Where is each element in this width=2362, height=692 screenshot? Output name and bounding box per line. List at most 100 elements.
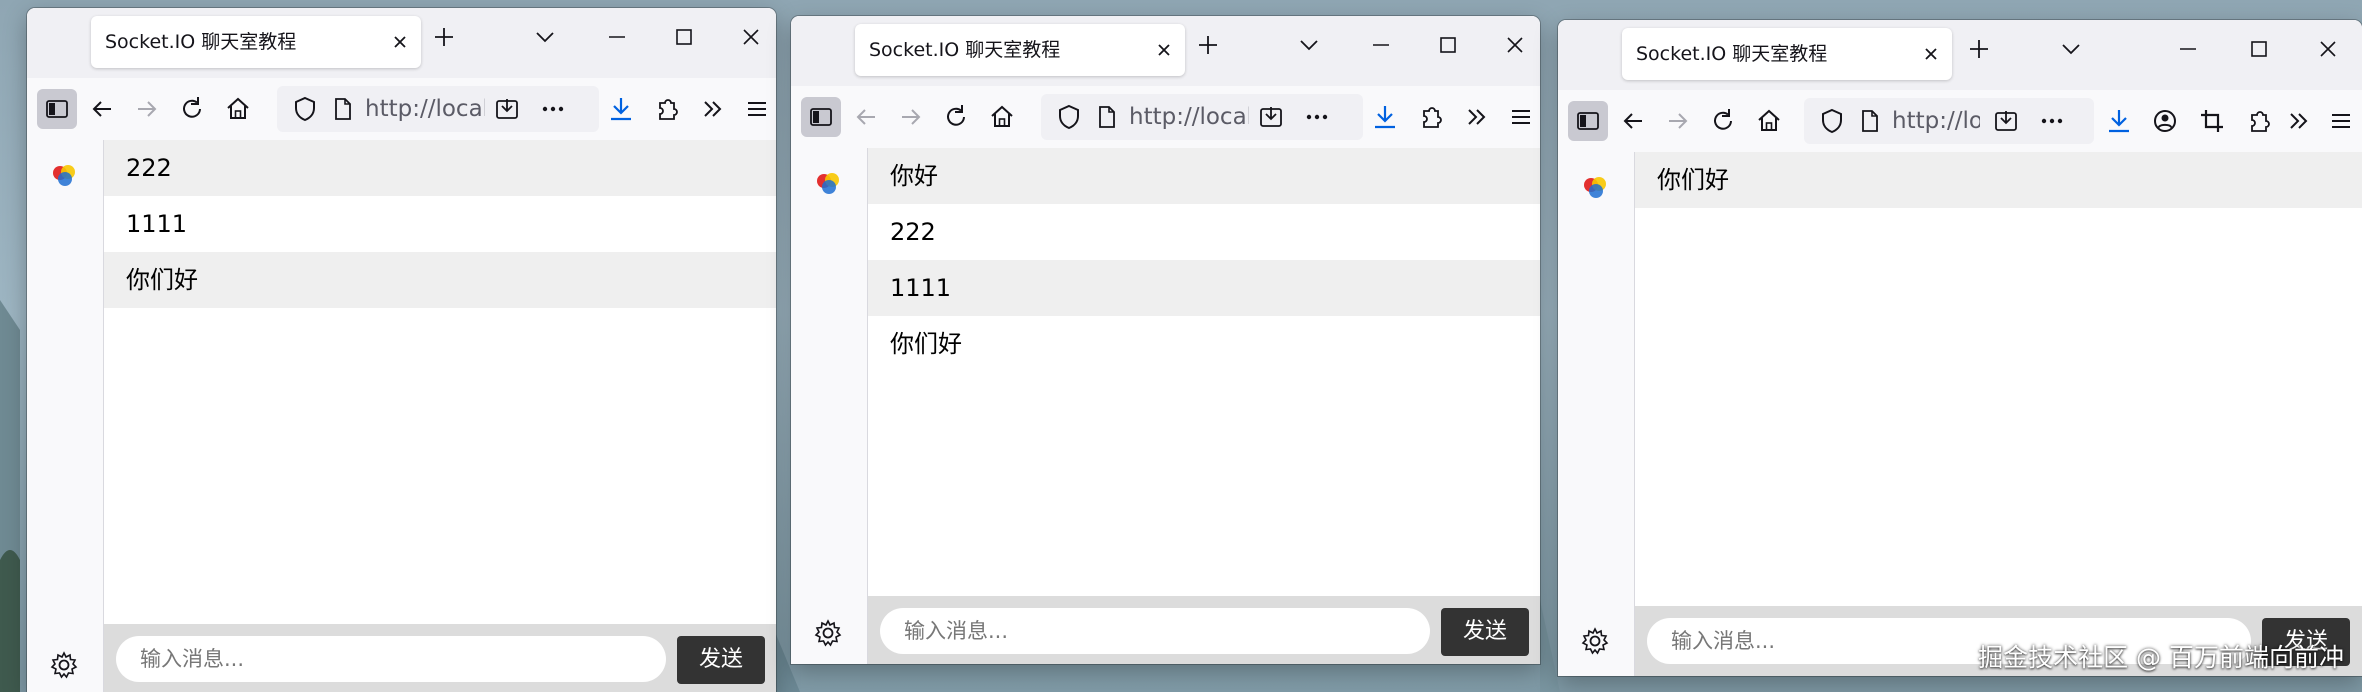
app-logo-icon[interactable] [49, 160, 79, 190]
overflow-chevrons-icon[interactable] [2284, 106, 2314, 136]
send-button[interactable]: 发送 [1441, 608, 1529, 656]
gear-icon[interactable] [1580, 626, 1610, 656]
sidebar-toggle-button[interactable] [1568, 101, 1608, 141]
sidebar-icon [1577, 112, 1599, 130]
extensions-icon[interactable] [1416, 102, 1446, 132]
more-icon[interactable] [539, 95, 567, 123]
crop-icon[interactable] [2197, 106, 2227, 136]
forward-icon[interactable] [896, 102, 926, 132]
navigation-toolbar: http://localh [791, 86, 1540, 148]
message-item: 你们好 [1635, 152, 2362, 208]
gear-icon[interactable] [813, 618, 843, 648]
back-icon[interactable] [1618, 106, 1648, 136]
maximize-icon[interactable] [1435, 32, 1461, 58]
extensions-icon[interactable] [652, 94, 682, 124]
shield-icon[interactable] [1055, 103, 1083, 131]
minimize-icon[interactable] [2175, 36, 2201, 62]
close-icon[interactable] [1153, 39, 1175, 61]
navigation-toolbar: http://lo [1558, 90, 2362, 152]
message-input[interactable]: 输入消息... [116, 636, 666, 682]
tab-title: Socket.IO 聊天室教程 [105, 31, 297, 53]
overflow-chevrons-icon[interactable] [1462, 102, 1492, 132]
more-icon[interactable] [1303, 103, 1331, 131]
sidebar [1558, 152, 1634, 676]
page-icon [1862, 110, 1878, 132]
menu-icon[interactable] [2326, 106, 2356, 136]
tab-socketio-chat[interactable]: Socket.IO 聊天室教程 [855, 24, 1185, 76]
message-item: 你们好 [890, 330, 962, 358]
sidebar [27, 140, 103, 692]
window-close-icon[interactable] [738, 24, 764, 50]
message-input[interactable]: 输入消息... [880, 608, 1430, 654]
url-bar[interactable]: http://lo [1804, 98, 2094, 144]
home-icon[interactable] [1754, 106, 1784, 136]
message-list: 222 1111 你们好 [104, 140, 776, 308]
sidebar-toggle-button[interactable] [801, 97, 841, 137]
back-icon[interactable] [87, 94, 117, 124]
menu-icon[interactable] [1506, 102, 1536, 132]
message-form: 输入消息... 发送 [104, 624, 776, 692]
url-text: http://lo [1892, 108, 1980, 134]
page-icon [1099, 106, 1115, 128]
plus-icon[interactable] [431, 24, 457, 50]
plus-icon[interactable] [1966, 36, 1992, 62]
shield-icon[interactable] [291, 95, 319, 123]
minimize-icon[interactable] [604, 24, 630, 50]
home-icon[interactable] [223, 94, 253, 124]
forward-icon[interactable] [132, 94, 162, 124]
window-close-icon[interactable] [2315, 36, 2341, 62]
watermark-text: 掘金技术社区 @ 百万前端向前冲 [1978, 643, 2344, 672]
message-item: 222 [890, 218, 936, 246]
download-icon[interactable] [2104, 106, 2134, 136]
extensions-icon[interactable] [2244, 106, 2274, 136]
back-icon[interactable] [851, 102, 881, 132]
gear-icon[interactable] [49, 650, 79, 680]
url-text: http://localh [1129, 104, 1249, 130]
tab-socketio-chat[interactable]: Socket.IO 聊天室教程 [91, 16, 421, 68]
url-bar[interactable]: http://localh [277, 86, 599, 132]
overflow-chevrons-icon[interactable] [698, 94, 728, 124]
close-icon[interactable] [1920, 43, 1942, 65]
reload-icon[interactable] [941, 102, 971, 132]
save-page-icon[interactable] [1257, 103, 1285, 131]
close-icon[interactable] [389, 31, 411, 53]
app-logo-icon[interactable] [813, 168, 843, 198]
more-icon[interactable] [2038, 107, 2066, 135]
minimize-icon[interactable] [1368, 32, 1394, 58]
input-placeholder: 输入消息... [1671, 629, 1776, 653]
chevron-down-icon[interactable] [1296, 32, 1322, 58]
sidebar-toggle-button[interactable] [37, 89, 77, 129]
reload-icon[interactable] [1708, 106, 1738, 136]
window-close-icon[interactable] [1502, 32, 1528, 58]
download-icon[interactable] [1370, 102, 1400, 132]
save-page-icon[interactable] [493, 95, 521, 123]
chat-page: 你好 222 1111 你们好 输入消息... 发送 [867, 148, 1540, 664]
download-icon[interactable] [606, 94, 636, 124]
chat-page: 你们好 输入消息... 发送 [1634, 152, 2362, 676]
forward-icon[interactable] [1663, 106, 1693, 136]
title-bar: Socket.IO 聊天室教程 [791, 16, 1540, 86]
input-placeholder: 输入消息... [904, 619, 1009, 643]
app-logo-icon[interactable] [1580, 172, 1610, 202]
reload-icon[interactable] [177, 94, 207, 124]
menu-icon[interactable] [742, 94, 772, 124]
chevron-down-icon[interactable] [532, 24, 558, 50]
message-item: 你好 [868, 148, 1540, 204]
home-icon[interactable] [987, 102, 1017, 132]
browser-window-1: Socket.IO 聊天室教程 http://localh [27, 8, 776, 692]
tab-socketio-chat[interactable]: Socket.IO 聊天室教程 [1622, 28, 1952, 80]
plus-icon[interactable] [1195, 32, 1221, 58]
send-button[interactable]: 发送 [677, 636, 765, 684]
account-icon[interactable] [2150, 106, 2180, 136]
url-bar[interactable]: http://localh [1041, 94, 1363, 140]
save-page-icon[interactable] [1992, 107, 2020, 135]
message-item: 1111 [126, 210, 188, 238]
browser-window-3: Socket.IO 聊天室教程 http://lo 你们好 输入消息... 发送 [1558, 20, 2362, 676]
title-bar: Socket.IO 聊天室教程 [1558, 20, 2362, 90]
shield-icon[interactable] [1818, 107, 1846, 135]
chevron-down-icon[interactable] [2058, 36, 2084, 62]
maximize-icon[interactable] [2246, 36, 2272, 62]
title-bar: Socket.IO 聊天室教程 [27, 8, 776, 78]
tab-title: Socket.IO 聊天室教程 [869, 39, 1061, 61]
maximize-icon[interactable] [671, 24, 697, 50]
